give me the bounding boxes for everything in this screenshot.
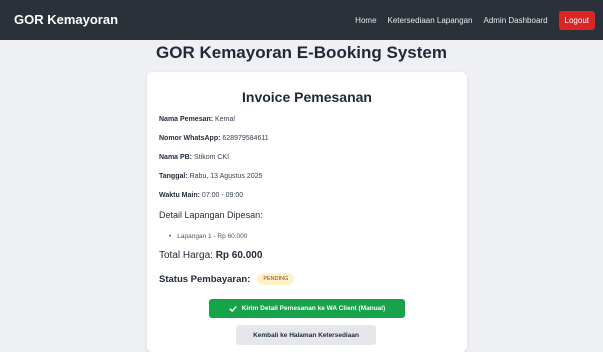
field-nomor-whatsapp: Nomor WhatsApp: 628979584611 (159, 135, 269, 142)
check-icon (229, 305, 237, 312)
page-title: GOR Kemayoran E-Booking System (156, 43, 447, 62)
status-label: Status Pembayaran: (159, 273, 251, 285)
total-harga: Total Harga: Rp 60.000 (159, 250, 262, 261)
field-value: Kemal (215, 116, 235, 123)
total-value: Rp 60.000 (215, 250, 263, 261)
field-value: Stikom CKI (194, 154, 230, 161)
brand-logo[interactable]: GOR Kemayoran (14, 12, 118, 27)
field-nama-pb: Nama PB: Stikom CKI (159, 154, 229, 161)
send-wa-button[interactable]: Kirim Detail Pemesanan ke WA Client (Man… (209, 299, 405, 318)
field-value: Rabu, 13 Agustus 2025 (189, 173, 263, 180)
invoice-title: Invoice Pemesanan (242, 89, 372, 105)
field-label: Nama PB: (159, 154, 193, 161)
list-item: Lapangan 1 - Rp 60.000 (169, 233, 247, 240)
field-label: Nama Pemesan: (159, 116, 214, 123)
field-nama-pemesan: Nama Pemesan: Kemal (159, 116, 235, 123)
logout-button[interactable]: Logout (558, 11, 595, 30)
field-value: 07:00 - 09:00 (201, 192, 244, 199)
nav-links: Home Ketersediaan Lapangan Admin Dashboa… (355, 11, 595, 30)
field-tanggal: Tanggal: Rabu, 13 Agustus 2025 (159, 173, 262, 180)
back-to-availability-button[interactable]: Kembali ke Halaman Ketersediaan (236, 325, 376, 345)
nav-link-admin-dashboard[interactable]: Admin Dashboard (483, 16, 547, 25)
field-label: Nomor WhatsApp: (159, 135, 221, 142)
detail-lapangan-title: Detail Lapangan Dipesan: (159, 210, 263, 220)
status-badge: PENDING (257, 273, 295, 285)
navbar: GOR Kemayoran Home Ketersediaan Lapangan… (0, 0, 603, 40)
nav-link-home[interactable]: Home (355, 16, 376, 25)
field-label: Waktu Main: (159, 192, 200, 199)
field-value: 628979584611 (222, 135, 269, 142)
send-wa-label: Kirim Detail Pemesanan ke WA Client (Man… (241, 305, 386, 312)
invoice-card: Invoice Pemesanan Nama Pemesan: Kemal No… (147, 72, 467, 352)
field-label: Tanggal: (159, 173, 188, 180)
status-pembayaran: Status Pembayaran: PENDING (159, 273, 295, 285)
nav-link-ketersediaan[interactable]: Ketersediaan Lapangan (388, 16, 473, 25)
total-label: Total Harga: (159, 250, 213, 261)
field-waktu-main: Waktu Main: 07:00 - 09:00 (159, 192, 243, 199)
